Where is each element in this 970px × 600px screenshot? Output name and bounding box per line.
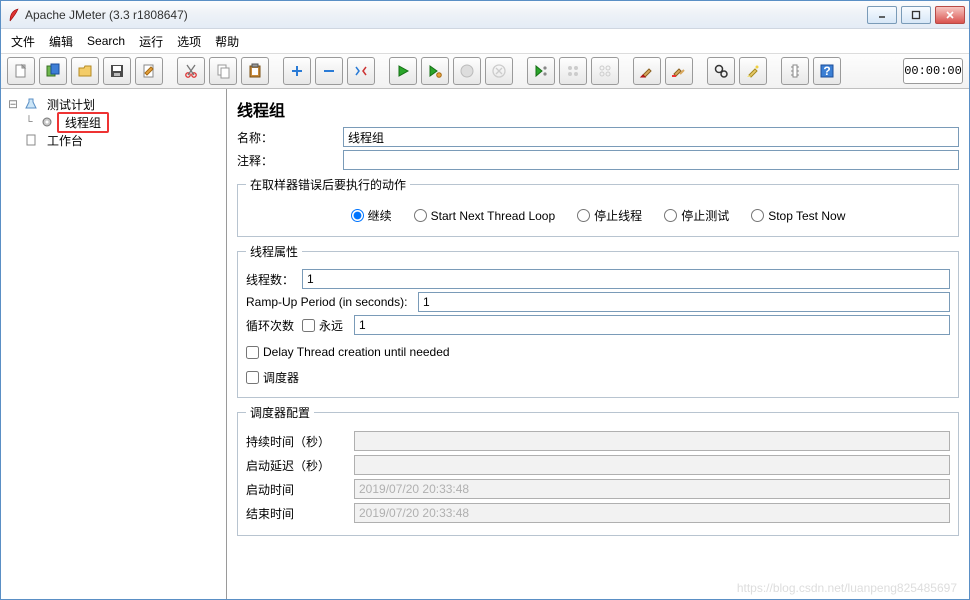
start-time-label: 启动时间	[246, 481, 354, 498]
threads-input[interactable]	[302, 269, 950, 289]
minimize-button[interactable]	[867, 6, 897, 24]
duration-label: 持续时间（秒）	[246, 433, 354, 450]
radio-stop-now[interactable]: Stop Test Now	[751, 207, 845, 224]
tree-item-plan[interactable]: ⊟ 测试计划	[5, 95, 222, 113]
menu-edit[interactable]: 编辑	[49, 33, 73, 50]
stop-icon[interactable]	[453, 57, 481, 85]
menu-run[interactable]: 运行	[139, 33, 163, 50]
duration-input	[354, 431, 950, 451]
panel-heading: 线程组	[237, 97, 959, 121]
paste-icon[interactable]	[241, 57, 269, 85]
function-helper-icon[interactable]	[781, 57, 809, 85]
name-input[interactable]	[343, 127, 959, 147]
toolbar: ? 00:00:00	[1, 53, 969, 89]
svg-text:?: ?	[823, 64, 830, 78]
templates-icon[interactable]	[39, 57, 67, 85]
ramp-input[interactable]	[418, 292, 950, 312]
open-icon[interactable]	[71, 57, 99, 85]
end-time-label: 结束时间	[246, 505, 354, 522]
radio-next-loop[interactable]: Start Next Thread Loop	[414, 207, 556, 224]
gear-icon	[40, 115, 54, 129]
end-time-input	[354, 503, 950, 523]
reset-search-icon[interactable]	[739, 57, 767, 85]
tree-panel: ⊟ 测试计划 └ 线程组 工作台	[1, 89, 227, 599]
tree-item-threadgroup[interactable]: └ 线程组	[5, 113, 222, 131]
search-tree-icon[interactable]	[707, 57, 735, 85]
window: Apache JMeter (3.3 r1808647) 文件 编辑 Searc…	[0, 0, 970, 600]
main-panel: 线程组 名称： 注释： 在取样器错误后要执行的动作 继续 Start Next …	[227, 89, 969, 599]
menu-options[interactable]: 选项	[177, 33, 201, 50]
expand-icon[interactable]	[283, 57, 311, 85]
remote-shutdown-icon[interactable]	[591, 57, 619, 85]
clear-icon[interactable]	[633, 57, 661, 85]
error-action-group: 在取样器错误后要执行的动作 继续 Start Next Thread Loop …	[237, 176, 959, 237]
body: ⊟ 测试计划 └ 线程组 工作台 线程组 名称：	[1, 89, 969, 599]
help-icon[interactable]: ?	[813, 57, 841, 85]
edit-icon[interactable]	[135, 57, 163, 85]
sched-legend: 调度器配置	[246, 404, 314, 421]
flask-icon	[24, 97, 38, 111]
radio-stop-thread[interactable]: 停止线程	[577, 207, 642, 224]
startup-delay-label: 启动延迟（秒）	[246, 457, 354, 474]
error-legend: 在取样器错误后要执行的动作	[246, 176, 410, 193]
start-time-input	[354, 479, 950, 499]
forever-checkbox[interactable]: 永远	[302, 317, 354, 334]
copy-icon[interactable]	[209, 57, 237, 85]
start-no-pause-icon[interactable]	[421, 57, 449, 85]
loop-input[interactable]	[354, 315, 950, 335]
remote-start-icon[interactable]	[527, 57, 555, 85]
cut-icon[interactable]	[177, 57, 205, 85]
scheduler-group: 调度器配置 持续时间（秒） 启动延迟（秒） 启动时间 结束时间	[237, 404, 959, 536]
close-button[interactable]	[935, 6, 965, 24]
threads-label: 线程数：	[246, 271, 302, 288]
radio-continue[interactable]: 继续	[351, 207, 392, 224]
collapse-icon[interactable]	[315, 57, 343, 85]
thread-props-group: 线程属性 线程数： Ramp-Up Period (in seconds): 循…	[237, 243, 959, 398]
start-icon[interactable]	[389, 57, 417, 85]
app-icon	[9, 8, 19, 22]
menu-search[interactable]: Search	[87, 34, 125, 48]
save-icon[interactable]	[103, 57, 131, 85]
props-legend: 线程属性	[246, 243, 302, 260]
window-buttons	[867, 6, 965, 24]
window-title: Apache JMeter (3.3 r1808647)	[25, 8, 867, 22]
tree-item-workbench[interactable]: 工作台	[5, 131, 222, 149]
titlebar: Apache JMeter (3.3 r1808647)	[1, 1, 969, 29]
shutdown-icon[interactable]	[485, 57, 513, 85]
tree-label: 线程组	[57, 112, 109, 133]
menubar: 文件 编辑 Search 运行 选项 帮助	[1, 29, 969, 53]
loop-label: 循环次数	[246, 317, 302, 334]
ramp-label: Ramp-Up Period (in seconds):	[246, 295, 418, 309]
startup-delay-input	[354, 455, 950, 475]
scheduler-checkbox[interactable]: 调度器	[246, 369, 299, 386]
clear-all-icon[interactable]	[665, 57, 693, 85]
radio-stop-test[interactable]: 停止测试	[664, 207, 729, 224]
remote-stop-icon[interactable]	[559, 57, 587, 85]
menu-file[interactable]: 文件	[11, 33, 35, 50]
maximize-button[interactable]	[901, 6, 931, 24]
timer-display: 00:00:00	[903, 58, 963, 84]
new-icon[interactable]	[7, 57, 35, 85]
tree-label: 测试计划	[41, 96, 101, 113]
tree-label: 工作台	[41, 132, 89, 149]
comment-input[interactable]	[343, 150, 959, 170]
menu-help[interactable]: 帮助	[215, 33, 239, 50]
toggle-icon[interactable]	[347, 57, 375, 85]
comment-label: 注释：	[237, 152, 343, 169]
name-label: 名称：	[237, 129, 343, 146]
delay-checkbox[interactable]: Delay Thread creation until needed	[246, 345, 450, 359]
doc-icon	[24, 133, 38, 147]
